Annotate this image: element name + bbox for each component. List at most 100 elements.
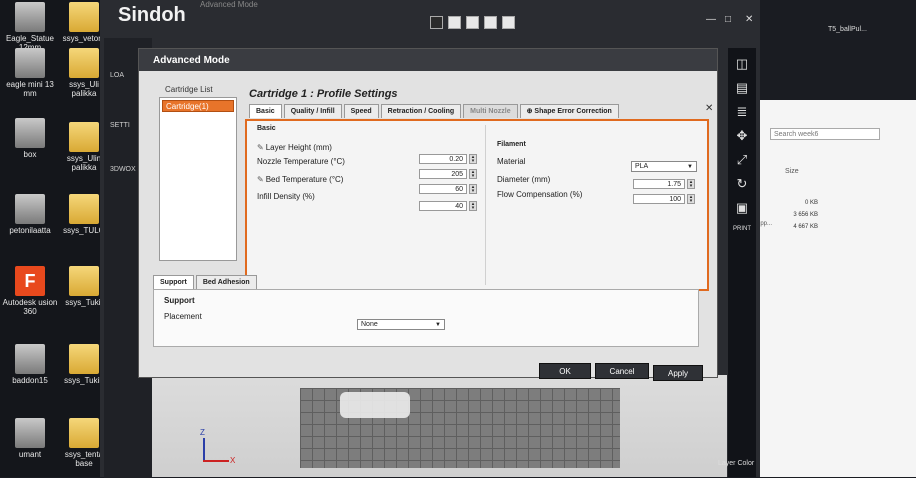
file-size: 3 656 KB [793,212,818,218]
rotate-icon[interactable]: ↻ [734,176,750,192]
view-cube-toolbar [430,16,515,29]
size-column-header: Size [785,168,799,175]
desktop-icon-eagle-mini[interactable]: eagle mini 13 mm [2,48,58,98]
sidebar-item-load[interactable]: LOA [110,72,124,79]
basic-section-title: Basic [257,125,276,132]
placement-label: Placement [164,312,202,321]
tab-retraction-cooling[interactable]: Retraction / Cooling [380,104,462,118]
folder-icon [69,122,99,152]
desktop-file-label[interactable]: T5_ballPul... [828,26,867,33]
profile-settings-title: Cartridge 1 : Profile Settings [249,88,398,100]
cylinder-icon[interactable]: ◫ [734,56,750,72]
flow-compensation-input[interactable]: 100 [633,194,685,204]
background-search-input[interactable]: Search week6 [770,128,880,140]
diameter-label: Diameter (mm) [497,175,551,184]
nozzle-temp-input[interactable]: 205 [419,169,467,179]
bed-temp-spinner[interactable]: ▴ ▾ [469,184,477,194]
app-title: Sindoh [118,4,186,26]
z-axis-line [203,438,205,462]
stl-file-icon [15,344,45,374]
layer-height-input[interactable]: 0.20 [419,154,467,164]
cartridge-list: Cartridge(1) [159,97,237,261]
tab-speed[interactable]: Speed [343,104,379,118]
layer-height-label: ✎ Layer Height (mm) [257,143,332,152]
right-toolbar: ◫ ▤ ≣ ✥ ⤢ ↻ ▣ [728,48,756,477]
pencil-icon: ✎ [257,143,264,152]
view-cube-icon[interactable] [502,16,515,29]
profile-settings-panel: Basic ✎ Layer Height (mm) 0.20 ▴ ▾ Nozzle … [245,119,709,291]
stl-file-icon [15,194,45,224]
flow-compensation-spinner[interactable]: ▴ ▾ [687,194,695,204]
nozzle-temp-label: Nozzle Temperature (°C) [257,157,345,166]
support-panel: Support Placement [153,289,699,347]
close-icon[interactable]: ✕ [705,103,713,114]
desktop-icon-baddon15[interactable]: baddon15 [2,344,58,385]
tab-support[interactable]: Support [153,275,194,289]
file-size: 4 667 KB [793,224,818,230]
stl-file-icon [15,418,45,448]
infill-density-input[interactable]: 40 [419,201,467,211]
folder-icon [69,418,99,448]
nozzle-temp-spinner[interactable]: ▴ ▾ [469,169,477,179]
bed-temp-label: ✎ Bed Temperature (°C) [257,175,344,184]
layer-color-label[interactable]: Layer Color [718,460,754,468]
autodesk-fusion-icon: F [15,266,45,296]
diameter-spinner[interactable]: ▴ ▾ [687,179,695,189]
chevron-down-icon: ▼ [687,164,693,170]
view-cube-icon[interactable] [484,16,497,29]
infill-density-label: Infill Density (%) [257,192,315,201]
flow-compensation-label: Flow Compensation (%) [497,190,583,199]
ok-button[interactable]: OK [539,363,591,379]
sidebar-item-settings[interactable]: SETTI [110,122,130,129]
x-axis-label: X [230,456,236,465]
diameter-input[interactable]: 1.75 [633,179,685,189]
maximize-icon[interactable]: □ [725,14,731,25]
pencil-icon: ✎ [257,175,264,184]
desktop-icon-umant[interactable]: umant [2,418,58,459]
desktop-icon-eagle-statue[interactable]: Eagle_Statue 12mm [2,2,58,52]
tab-quality-infill[interactable]: Quality / Infill [283,104,342,118]
view-cube-icon[interactable] [448,16,461,29]
layer-height-spinner[interactable]: ▴ ▾ [469,154,477,164]
model-preview[interactable] [340,392,410,418]
folder-icon [69,2,99,32]
file-size: 0 KB [804,200,818,206]
desktop-icon-petonilaatta[interactable]: petonilaatta [2,194,58,235]
apply-button[interactable]: Apply [653,365,703,381]
tab-multi-nozzle[interactable]: Multi Nozzle [463,104,518,118]
folder-icon [69,266,99,296]
filament-section-title: Filament [497,141,526,148]
desktop-icon-box[interactable]: box [2,118,58,159]
bed-temp-input[interactable]: 60 [419,184,467,194]
infill-density-spinner[interactable]: ▴ ▾ [469,201,477,211]
print-label[interactable]: PRINT [728,226,756,232]
minimize-icon[interactable]: — [706,14,716,25]
tab-shape-error-correction[interactable]: ⊕ Shape Error Correction [519,104,619,118]
stl-file-icon [15,2,45,32]
cancel-button[interactable]: Cancel [595,363,649,379]
move-icon[interactable]: ✥ [734,128,750,144]
close-window-icon[interactable]: ✕ [745,14,753,25]
file-icon[interactable]: ▤ [734,80,750,96]
sidebar-item-printer[interactable]: 3DWOX [110,166,136,173]
column-divider [485,125,486,285]
material-label: Material [497,157,526,166]
tab-basic[interactable]: Basic [249,104,282,118]
support-section-title: Support [164,296,195,305]
cartridge-list-item[interactable]: Cartridge(1) [162,100,234,112]
view-cube-icon[interactable] [466,16,479,29]
advanced-mode-dialog: Advanced Mode Cartridge List Cartridge(1… [138,48,718,381]
material-select[interactable]: PLA ▼ [631,161,697,172]
placement-select[interactable]: None ▼ [357,319,445,330]
view-cube-icon[interactable] [430,16,443,29]
database-icon[interactable]: ≣ [734,104,750,120]
tab-bed-adhesion[interactable]: Bed Adhesion [195,275,257,289]
z-axis-label: Z [200,428,205,437]
print-icon[interactable]: ▣ [734,200,750,216]
x-axis-line [203,460,229,462]
folder-icon [69,194,99,224]
profile-tabs: Basic Quality / Infill Speed Retraction … [249,104,619,118]
scale-icon[interactable]: ⤢ [734,152,750,168]
stl-file-icon [15,48,45,78]
desktop-icon-fusion360[interactable]: F Autodesk usion 360 [2,266,58,316]
